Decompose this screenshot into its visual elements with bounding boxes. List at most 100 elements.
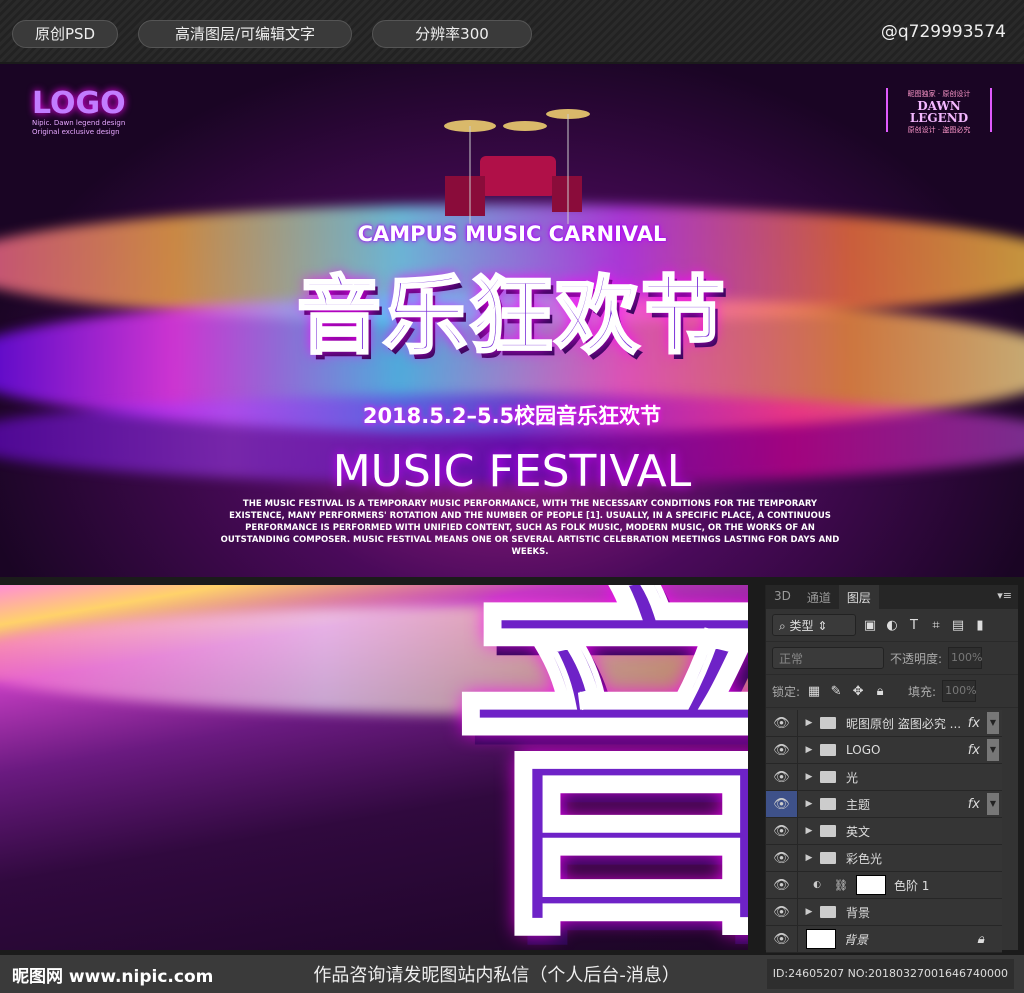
expand-icon[interactable]: ▶ — [802, 853, 816, 863]
layer-name: 色阶 1 — [893, 878, 930, 893]
fx-icon[interactable]: fx — [968, 743, 980, 758]
visibility-eye-icon[interactable]: 👁︎ — [766, 926, 798, 952]
visibility-eye-icon[interactable]: 👁︎ — [766, 737, 798, 763]
layer-row[interactable]: 👁︎ ▶ 英文 — [766, 818, 1002, 845]
lock-row: 锁定: ▦ ✎ ✥ 🔒︎ 填充: 100% — [766, 675, 1018, 708]
visibility-eye-icon[interactable]: 👁︎ — [766, 899, 798, 925]
lock-position-icon[interactable]: ✥ — [850, 684, 866, 699]
fill-input[interactable]: 100% — [942, 680, 977, 702]
blend-row: 正常 不透明度: 100% — [766, 642, 1018, 675]
filter-toggle[interactable]: ▮ — [972, 618, 988, 633]
description: THE MUSIC FESTIVAL IS A TEMPORARY MUSIC … — [220, 499, 840, 557]
opacity-input[interactable]: 100% — [948, 647, 983, 669]
layer-list: 👁︎ ▶ 昵图原创 盗图必究 ... fx ▼ 👁︎ ▶ LOGO fx ▼ 👁︎ ▶ 光 👁︎ ▶ 主… — [766, 710, 1018, 953]
opacity-label: 不透明度: — [890, 651, 943, 666]
detail-crop: 音 — [0, 585, 748, 950]
subtitle-en: CAMPUS MUSIC CARNIVAL — [357, 222, 667, 246]
visibility-eye-icon[interactable]: 👁︎ — [766, 710, 798, 736]
expand-icon[interactable]: ▶ — [802, 772, 816, 782]
logo-sub-line: Nipic. Dawn legend design — [32, 119, 126, 127]
layer-thumbnail — [806, 929, 836, 949]
expand-icon[interactable]: ▶ — [802, 718, 816, 728]
event-date: 2018.5.2–5.5校园音乐狂欢节 — [362, 404, 662, 428]
badge-resolution: 分辨率300 — [372, 20, 532, 48]
expand-icon[interactable]: ▶ — [802, 745, 816, 755]
layer-name: LOGO — [846, 743, 881, 757]
tab-layers[interactable]: 图层 — [838, 585, 879, 609]
lock-paint-icon[interactable]: ✎ — [828, 684, 844, 699]
expand-icon[interactable]: ▶ — [802, 907, 816, 917]
layers-panel: 3D 通道 图层 ▾≡ ⌕ 类型 ⇕ ▣ ◐ T ⌗ ▤ ▮ 正常 不透明度: … — [765, 585, 1018, 953]
panel-menu-icon[interactable]: ▾≡ — [997, 589, 1012, 602]
layer-name: 光 — [846, 770, 859, 785]
fx-expand-icon[interactable]: ▼ — [987, 712, 999, 734]
visibility-eye-icon[interactable]: 👁︎ — [766, 818, 798, 844]
layer-name: 彩色光 — [846, 851, 883, 866]
folder-icon — [820, 771, 836, 783]
fill-label: 填充: — [908, 684, 937, 699]
type-filter-icon[interactable]: T — [906, 618, 922, 633]
layer-name: 主题 — [846, 797, 871, 812]
shape-filter-icon[interactable]: ⌗ — [928, 618, 944, 633]
logo-subtitle: Nipic. Dawn legend design Original exclus… — [32, 119, 125, 137]
tab-3d[interactable]: 3D — [766, 585, 799, 609]
footer: 昵图网 www.nipic.com 作品咨询请发昵图站内私信（个人后台-消息） … — [0, 955, 1024, 993]
lock-all-icon[interactable]: 🔒︎ — [872, 684, 888, 699]
layer-row[interactable]: 👁︎ ◐ ⛓︎ 色阶 1 — [766, 872, 1002, 899]
expand-icon[interactable]: ▶ — [802, 826, 816, 836]
adjustment-filter-icon[interactable]: ◐ — [884, 618, 900, 633]
folder-icon — [820, 906, 836, 918]
contact: @q729993574 — [880, 22, 1006, 42]
tab-channels[interactable]: 通道 — [799, 585, 839, 609]
layer-row[interactable]: 👁︎ ▶ LOGO fx ▼ — [766, 737, 1002, 764]
smart-object-filter-icon[interactable]: ▤ — [950, 618, 966, 633]
blend-value: 正常 — [779, 652, 804, 666]
fx-icon[interactable]: fx — [968, 797, 980, 812]
site-logo[interactable]: 昵图网 www.nipic.com — [12, 962, 213, 987]
expand-icon[interactable]: ▶ — [802, 799, 816, 809]
folder-icon — [820, 852, 836, 864]
blend-mode-select[interactable]: 正常 — [772, 647, 884, 669]
layer-row[interactable]: 👁︎ ▶ 光 — [766, 764, 1002, 791]
layer-mask-thumbnail[interactable] — [855, 875, 886, 895]
adjustment-layer-icon: ◐ — [813, 880, 821, 890]
layer-row[interactable]: 👁︎ 背景 🔒︎ — [766, 926, 1002, 953]
badge-title: DAWN LEGEND — [909, 99, 969, 125]
visibility-eye-icon[interactable]: 👁︎ — [766, 845, 798, 871]
link-icon[interactable]: ⛓︎ — [834, 879, 848, 892]
title-en: MUSIC FESTIVAL — [332, 446, 692, 497]
top-bar: 原创PSD 高清图层/可编辑文字 分辨率300 @q729993574 — [0, 0, 1024, 62]
visibility-eye-icon[interactable]: 👁︎ — [766, 872, 798, 898]
lock-icon: 🔒︎ — [977, 931, 984, 947]
logo-sub-line: Original exclusive design — [32, 128, 120, 136]
filter-row: ⌕ 类型 ⇕ ▣ ◐ T ⌗ ▤ ▮ — [766, 609, 1018, 642]
poster-preview: LOGO Nipic. Dawn legend design Original e… — [0, 64, 1024, 577]
layer-row[interactable]: 👁︎ ▶ 背景 — [766, 899, 1002, 926]
image-filter-icon[interactable]: ▣ — [862, 618, 878, 633]
folder-icon — [820, 825, 836, 837]
layer-name: 背景 — [846, 905, 871, 920]
dawn-legend-badge: 昵图独家 · 原创设计 DAWN LEGEND 原创设计 · 盗图必究 — [886, 88, 992, 134]
visibility-eye-icon[interactable]: 👁︎ — [766, 791, 798, 817]
fx-expand-icon[interactable]: ▼ — [987, 793, 999, 815]
visibility-eye-icon[interactable]: 👁︎ — [766, 764, 798, 790]
fx-icon[interactable]: fx — [968, 716, 980, 731]
filter-select[interactable]: ⌕ 类型 ⇕ — [772, 614, 856, 636]
footer-note: 作品咨询请发昵图站内私信（个人后台-消息） — [313, 965, 680, 986]
lock-label: 锁定: — [772, 684, 801, 699]
layer-row[interactable]: 👁︎ ▶ 昵图原创 盗图必究 ... fx ▼ — [766, 710, 1002, 737]
folder-icon — [820, 717, 836, 729]
badge-layers: 高清图层/可编辑文字 — [138, 20, 352, 48]
layer-name: 昵图原创 盗图必究 ... — [846, 716, 962, 731]
folder-icon — [820, 798, 836, 810]
fx-expand-icon[interactable]: ▼ — [987, 739, 999, 761]
filter-value: 类型 — [789, 619, 814, 633]
badge-bottom: 原创设计 · 盗图必究 — [907, 126, 971, 134]
lock-transparent-icon[interactable]: ▦ — [806, 684, 822, 699]
folder-icon — [820, 744, 836, 756]
image-id: ID:24605207 NO:20180327001646740000 — [766, 959, 1014, 989]
layer-row[interactable]: 👁︎ ▶ 彩色光 — [766, 845, 1002, 872]
layer-name: 英文 — [846, 824, 871, 839]
layer-row[interactable]: 👁︎ ▶ 主题 fx ▼ — [766, 791, 1002, 818]
title-cn: 音乐狂欢节 — [295, 266, 727, 367]
